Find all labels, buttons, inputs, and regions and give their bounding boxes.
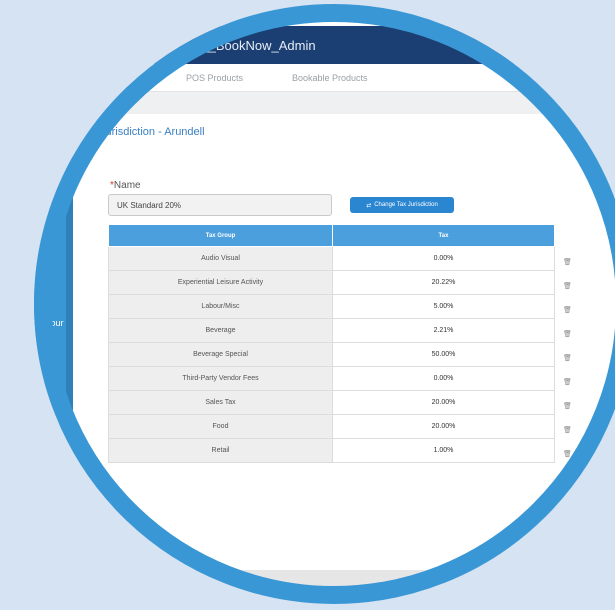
trash-icon[interactable]: 🗑 bbox=[563, 354, 572, 362]
table-row: Sales Tax 20.00% bbox=[108, 390, 555, 415]
tax-group-cell: Beverage Special bbox=[108, 342, 333, 367]
tax-group-cell: Experiential Leisure Activity bbox=[108, 270, 333, 295]
tax-group-cell: Third-Party Vendor Fees bbox=[108, 366, 333, 391]
tax-value-cell[interactable]: 50.00% bbox=[332, 342, 555, 367]
column-header-tax-group: Tax Group bbox=[108, 224, 333, 247]
tax-value-cell[interactable]: 20.00% bbox=[332, 390, 555, 415]
tax-group-cell: Labour/Misc bbox=[108, 294, 333, 319]
tab-pos-products[interactable]: POS Products bbox=[186, 73, 243, 83]
tax-group-cell: Audio Visual bbox=[108, 246, 333, 271]
tax-group-cell: Retail bbox=[108, 438, 333, 463]
page-footer bbox=[34, 570, 615, 590]
tax-group-cell: Sales Tax bbox=[108, 390, 333, 415]
swap-icon: ⇄ bbox=[366, 202, 372, 209]
trash-icon[interactable]: 🗑 bbox=[563, 426, 572, 434]
left-panel-edge bbox=[66, 140, 73, 410]
tax-group-cell: Beverage bbox=[108, 318, 333, 343]
name-input[interactable] bbox=[108, 194, 332, 216]
tax-table: Tax Group Tax Audio Visual 0.00% Experien… bbox=[108, 224, 555, 463]
page-header-strip bbox=[34, 92, 615, 114]
app-header bbox=[34, 26, 615, 64]
trash-icon[interactable]: 🗑 bbox=[563, 258, 572, 266]
tax-group-cell: Food bbox=[108, 414, 333, 439]
tax-value-cell[interactable]: 0.00% bbox=[332, 246, 555, 271]
change-tax-jurisdiction-button[interactable]: ⇄ Change Tax Jurisdiction bbox=[350, 197, 454, 213]
tax-value-cell[interactable]: 0.00% bbox=[332, 366, 555, 391]
trash-icon[interactable]: 🗑 bbox=[563, 378, 572, 386]
name-label: *Name bbox=[110, 180, 141, 191]
tax-value-cell[interactable]: 5.00% bbox=[332, 294, 555, 319]
tax-value-cell[interactable]: 20.00% bbox=[332, 414, 555, 439]
app-view: w__BookNow_Admin POS Products Bookable P… bbox=[34, 4, 615, 604]
table-row: Third-Party Vendor Fees 0.00% bbox=[108, 366, 555, 391]
tab-bookable-products[interactable]: Bookable Products bbox=[292, 73, 368, 83]
page-title: Jurisdiction - Arundell bbox=[100, 126, 205, 138]
change-button-label: Change Tax Jurisdiction bbox=[374, 202, 438, 208]
column-header-tax: Tax bbox=[332, 224, 555, 247]
name-label-text: Name bbox=[113, 180, 141, 191]
circular-crop: w__BookNow_Admin POS Products Bookable P… bbox=[34, 4, 615, 604]
left-panel-text: your bbox=[46, 318, 64, 328]
trash-icon[interactable]: 🗑 bbox=[563, 450, 572, 458]
table-row: Labour/Misc 5.00% bbox=[108, 294, 555, 319]
table-row: Beverage 2.21% bbox=[108, 318, 555, 343]
trash-icon[interactable]: 🗑 bbox=[563, 330, 572, 338]
table-row: Experiential Leisure Activity 20.22% bbox=[108, 270, 555, 295]
left-panel-text: e bbox=[50, 342, 56, 352]
app-name: w__BookNow_Admin bbox=[192, 38, 316, 53]
tax-value-cell[interactable]: 2.21% bbox=[332, 318, 555, 343]
trash-icon[interactable]: 🗑 bbox=[563, 306, 572, 314]
tax-value-cell[interactable]: 1.00% bbox=[332, 438, 555, 463]
table-row: Beverage Special 50.00% bbox=[108, 342, 555, 367]
table-row: Audio Visual 0.00% bbox=[108, 246, 555, 271]
trash-icon[interactable]: 🗑 bbox=[563, 402, 572, 410]
table-row: Food 20.00% bbox=[108, 414, 555, 439]
screenshot-stage: w__BookNow_Admin POS Products Bookable P… bbox=[0, 0, 615, 610]
tax-value-cell[interactable]: 20.22% bbox=[332, 270, 555, 295]
table-row: Retail 1.00% bbox=[108, 438, 555, 463]
trash-icon[interactable]: 🗑 bbox=[563, 282, 572, 290]
table-header-row: Tax Group Tax bbox=[108, 224, 555, 247]
